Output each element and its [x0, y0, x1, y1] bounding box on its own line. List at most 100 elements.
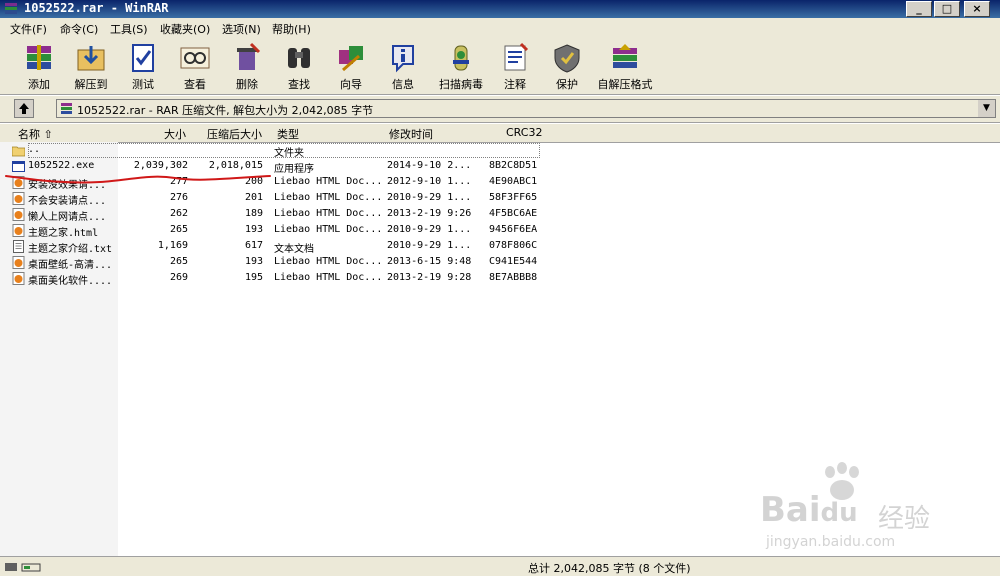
html-icon: [12, 272, 25, 285]
info-icon: [392, 45, 414, 73]
file-packed-size: 201: [244, 192, 263, 203]
column-size-header[interactable]: 大小: [164, 126, 186, 142]
add-icon: [27, 45, 51, 70]
html-icon: [12, 256, 25, 269]
file-modified: 2014-9-10 2...: [387, 160, 472, 171]
list-item-html[interactable]: 懒人上网请点... 262 189 Liebao HTML Doc... 201…: [0, 207, 545, 223]
sfx-label: 自解压格式: [597, 78, 653, 91]
file-packed-size: 617: [244, 240, 263, 251]
sort-up-icon: ⇧: [43, 128, 53, 141]
list-item-html[interactable]: 不会安装请点... 276 201 Liebao HTML Doc... 201…: [0, 191, 545, 207]
file-size: 262: [169, 208, 188, 219]
file-crc: 8E7ABBB8: [489, 272, 538, 283]
file-type: Liebao HTML Doc...: [274, 176, 383, 187]
drive-status-icon: [5, 563, 41, 572]
baidu-jingyan-watermark: Baidu 经验 jingyan.baidu.com: [760, 462, 980, 552]
info-button[interactable]: 信息: [374, 40, 432, 92]
txt-icon: [13, 240, 24, 253]
list-item-txt[interactable]: 主题之家介绍.txt 1,169 617 文本文档 2010-9-29 1...…: [0, 239, 545, 255]
window-title: 1052522.rar - WinRAR: [24, 1, 169, 15]
column-crc-header[interactable]: CRC32: [506, 126, 542, 139]
file-size: 276: [169, 192, 188, 203]
winrar-app-icon: [5, 3, 17, 14]
test-icon: [132, 44, 154, 72]
file-name: 桌面壁纸-高清...: [28, 260, 113, 271]
list-item-html[interactable]: 桌面美化软件.... 269 195 Liebao HTML Doc... 20…: [0, 271, 545, 287]
focus-rectangle: [28, 143, 540, 158]
menu-file[interactable]: 文件(F): [10, 21, 47, 37]
file-modified: 2012-9-10 1...: [387, 176, 472, 187]
file-modified: 2013-2-19 9:26: [387, 208, 472, 219]
file-size: 1,169: [157, 240, 188, 251]
menu-bar: 文件(F) 命令(C) 工具(S) 收藏夹(O) 选项(N) 帮助(H): [0, 18, 1000, 39]
folder-icon: [12, 146, 25, 157]
protect-button[interactable]: 保护: [538, 40, 596, 92]
column-name-header[interactable]: 名称 ⇧: [18, 126, 53, 142]
address-bar: 1052522.rar - RAR 压缩文件, 解包大小为 2,042,085 …: [0, 96, 1000, 123]
file-name: 懒人上网请点...: [28, 212, 107, 223]
file-packed-size: 189: [244, 208, 263, 219]
file-type: Liebao HTML Doc...: [274, 208, 383, 219]
extract-to-icon: [77, 46, 105, 71]
file-modified: 2010-9-29 1...: [387, 240, 472, 251]
file-name: 不会安装请点...: [28, 196, 107, 207]
minimize-button[interactable]: _: [906, 1, 932, 17]
status-bar: 总计 2,042,085 字节 (8 个文件): [0, 556, 1000, 576]
comment-icon: [504, 42, 529, 71]
file-crc: 58F3FF65: [489, 192, 538, 203]
menu-tools[interactable]: 工具(S): [110, 21, 148, 37]
file-modified: 2013-2-19 9:28: [387, 272, 472, 283]
title-bar[interactable]: 1052522.rar - WinRAR _ □ ×: [0, 0, 1000, 18]
file-crc: 9456F6EA: [489, 224, 538, 235]
file-name: 主题之家介绍.txt: [28, 244, 113, 255]
find-icon: [288, 48, 310, 68]
watermark-url: jingyan.baidu.com: [766, 534, 896, 550]
sfx-button[interactable]: 自解压格式: [596, 40, 654, 92]
menu-help[interactable]: 帮助(H): [272, 21, 311, 37]
html-icon: [12, 224, 25, 237]
file-modified: 2010-9-29 1...: [387, 224, 472, 235]
sfx-icon: [613, 44, 637, 68]
file-modified: 2010-9-29 1...: [387, 192, 472, 203]
file-crc: C941E544: [489, 256, 538, 267]
chevron-down-icon[interactable]: ▼: [978, 100, 995, 117]
file-packed-size: 195: [244, 272, 263, 283]
menu-options[interactable]: 选项(N): [222, 21, 261, 37]
delete-icon: [237, 42, 261, 70]
list-item-html[interactable]: 主题之家.html 265 193 Liebao HTML Doc... 201…: [0, 223, 545, 239]
up-folder-button[interactable]: [14, 99, 34, 118]
watermark-cn: 经验: [878, 504, 931, 534]
file-modified: 2013-6-15 9:48: [387, 256, 472, 267]
file-size: 265: [169, 224, 188, 235]
list-item-parent-folder[interactable]: .. 文件夹: [0, 143, 545, 159]
menu-commands[interactable]: 命令(C): [60, 21, 98, 37]
file-packed-size: 193: [244, 224, 263, 235]
close-button[interactable]: ×: [964, 1, 990, 17]
column-type-header[interactable]: 类型: [277, 126, 299, 142]
menu-favorites[interactable]: 收藏夹(O): [160, 21, 210, 37]
file-type: Liebao HTML Doc...: [274, 272, 383, 283]
virus-scan-icon: [453, 45, 469, 71]
wizard-icon: [339, 46, 363, 72]
file-type: Liebao HTML Doc...: [274, 192, 383, 203]
maximize-button[interactable]: □: [934, 1, 960, 17]
archive-path-text: 1052522.rar - RAR 压缩文件, 解包大小为 2,042,085 …: [77, 104, 374, 117]
column-modified-header[interactable]: 修改时间: [389, 126, 433, 142]
toolbar: 添加 解压到 测试 查看 删除 查找 向导 信息 扫描病毒 注释 保护 自解压格…: [0, 38, 1000, 95]
archive-path-field[interactable]: 1052522.rar - RAR 压缩文件, 解包大小为 2,042,085 …: [56, 99, 996, 118]
file-crc: 078F806C: [489, 240, 538, 251]
watermark-brand: Baidu: [760, 490, 858, 530]
file-size: 265: [169, 256, 188, 267]
rar-archive-icon: [61, 103, 72, 114]
file-size: 269: [169, 272, 188, 283]
file-type: Liebao HTML Doc...: [274, 256, 383, 267]
file-packed-size: 193: [244, 256, 263, 267]
file-crc: 4F5BC6AE: [489, 208, 538, 219]
file-name: 主题之家.html: [28, 228, 99, 239]
list-item-html[interactable]: 桌面壁纸-高清... 265 193 Liebao HTML Doc... 20…: [0, 255, 545, 271]
file-crc: 8B2C8D51: [489, 160, 538, 171]
column-header-bar: 名称 ⇧ 大小 压缩后大小 类型 修改时间 CRC32: [0, 124, 1000, 143]
html-icon: [12, 192, 25, 205]
file-type: Liebao HTML Doc...: [274, 224, 383, 235]
column-packed-header[interactable]: 压缩后大小: [207, 126, 262, 142]
